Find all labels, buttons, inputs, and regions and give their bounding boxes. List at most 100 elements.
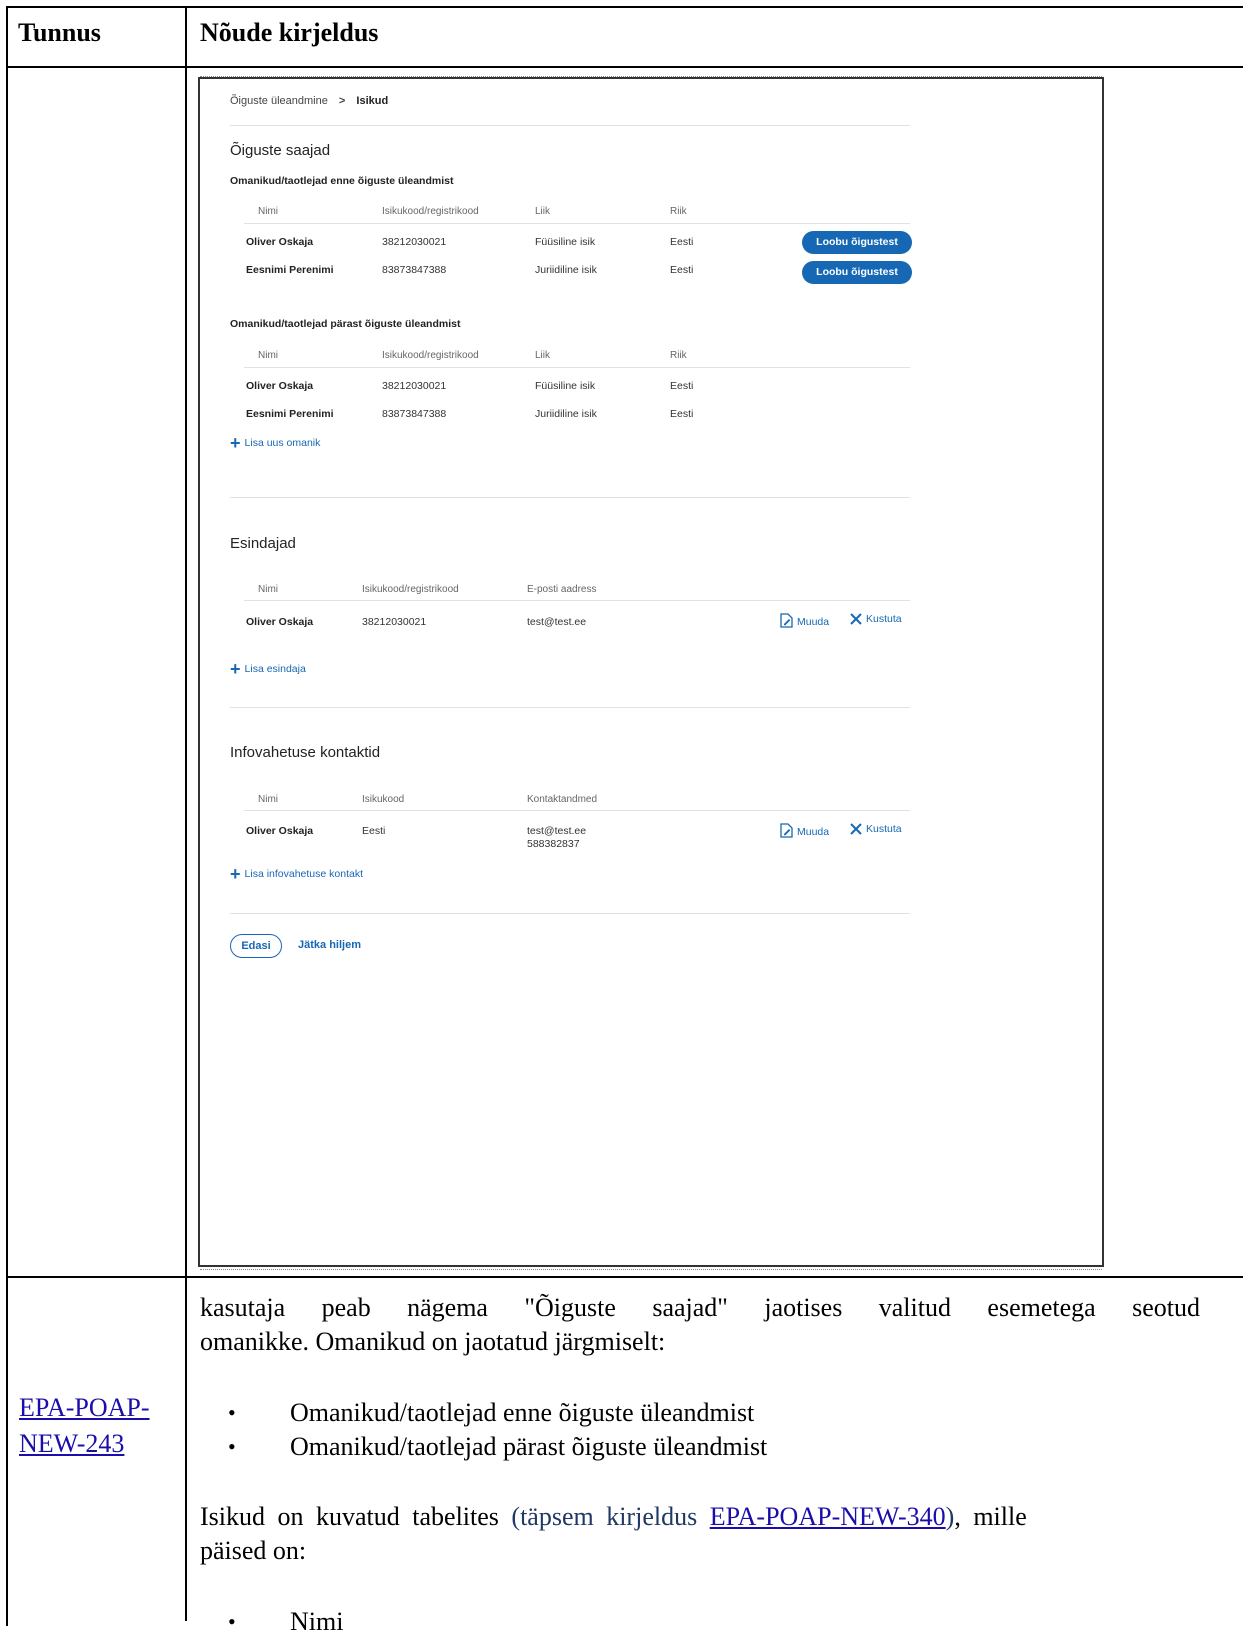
row-code: 38212030021 — [382, 380, 447, 392]
dotted-edge-top — [200, 76, 1102, 80]
add-contact-link[interactable]: + Lisa infovahetuse kontakt — [230, 864, 363, 885]
plus-icon: + — [230, 864, 241, 884]
column-header-name: Nimi — [258, 350, 278, 361]
row-type: Füüsiline isik — [535, 236, 596, 248]
delete-representative-button[interactable]: Kustuta — [850, 613, 902, 625]
row-type: Juriidiline isik — [535, 408, 597, 420]
row-email: test@test.ee — [527, 825, 587, 837]
requirement-id-link[interactable]: EPA-POAP- NEW-243 — [19, 1390, 150, 1462]
section-title-representatives: Esindajad — [230, 535, 296, 552]
dotted-edge-bottom — [200, 1269, 1102, 1270]
column-header-code: Isikukood — [362, 794, 405, 805]
section-title-contacts: Infovahetuse kontaktid — [230, 744, 381, 761]
header-tunnus: Tunnus — [18, 18, 101, 47]
add-owner-link[interactable]: + Lisa uus omanik — [230, 433, 320, 454]
row-country: Eesti — [670, 408, 694, 420]
subtitle-after: Omanikud/taotlejad pärast õiguste üleand… — [230, 318, 461, 330]
row-type: Juriidiline isik — [535, 264, 597, 276]
delete-contact-button[interactable]: Kustuta — [850, 823, 902, 835]
edit-contact-button[interactable]: Muuda — [780, 823, 829, 838]
row-name: Eesnimi Perenimi — [246, 408, 334, 420]
divider — [244, 600, 910, 601]
list-item-text: Omanikud/taotlejad pärast õiguste üleand… — [290, 1432, 768, 1461]
waive-rights-button[interactable]: Loobu õigustest — [802, 261, 912, 284]
list-item-text: Nimi — [290, 1607, 344, 1636]
next-button[interactable]: Edasi — [230, 934, 282, 958]
column-header-country: Riik — [670, 206, 687, 217]
description-p1-line2: omanikke. Omanikud on jaotatud järgmisel… — [200, 1327, 666, 1356]
p2-end: , mille — [954, 1502, 1027, 1531]
breadcrumb-parent[interactable]: Õiguste üleandmine — [230, 95, 328, 107]
row-country: Eesti — [670, 236, 694, 248]
subtitle-before: Omanikud/taotlejad enne õiguste üleandmi… — [230, 175, 454, 187]
add-owner-label: Lisa uus omanik — [244, 437, 321, 449]
description-p2-line1: Isikud on kuvatud tabelites (täpsem kirj… — [200, 1500, 1240, 1534]
row-type: Füüsiline isik — [535, 380, 596, 392]
continue-later-link[interactable]: Jätka hiljem — [298, 939, 361, 951]
delete-label: Kustuta — [866, 613, 902, 625]
row-code: 83873847388 — [382, 408, 447, 420]
delete-label: Kustuta — [866, 823, 902, 835]
divider — [230, 707, 910, 708]
plus-icon: + — [230, 433, 241, 453]
waive-rights-button[interactable]: Loobu õigustest — [802, 231, 912, 254]
row-country: Eesti — [670, 380, 694, 392]
breadcrumb: Õiguste üleandmine > Isikud — [230, 95, 388, 107]
add-representative-label: Lisa esindaja — [244, 663, 306, 675]
column-divider — [185, 6, 187, 1621]
add-representative-link[interactable]: + Lisa esindaja — [230, 659, 306, 680]
column-header-type: Liik — [535, 350, 551, 361]
row-divider — [6, 1276, 1243, 1278]
plus-icon: + — [230, 659, 241, 679]
divider — [244, 810, 910, 811]
column-header-email: E-posti aadress — [527, 584, 597, 595]
epa-poap-new-340-link[interactable]: EPA-POAP-NEW-340 — [710, 1502, 946, 1531]
breadcrumb-current: Isikud — [356, 95, 389, 107]
divider — [244, 223, 910, 224]
row-name: Eesnimi Perenimi — [246, 264, 334, 276]
description-p1-line1: kasutaja peab nägema "Õiguste saajad" ja… — [200, 1293, 1200, 1322]
requirement-id-line1: EPA-POAP- — [19, 1393, 150, 1422]
add-contact-label: Lisa infovahetuse kontakt — [244, 868, 364, 880]
list-item-text: Omanikud/taotlejad enne õiguste üleandmi… — [290, 1398, 755, 1427]
row-email: test@test.ee — [527, 616, 587, 628]
divider — [230, 913, 910, 914]
requirement-id-line2: NEW-243 — [19, 1429, 125, 1458]
section-title-rights: Õiguste saajad — [230, 142, 331, 159]
column-header-country: Riik — [670, 350, 687, 361]
close-icon — [850, 823, 862, 835]
column-header-contacts: Kontaktandmed — [527, 794, 598, 805]
column-header-name: Nimi — [258, 206, 278, 217]
p2-start: Isikud on kuvatud tabelites — [200, 1502, 499, 1531]
edit-document-icon — [780, 613, 793, 628]
breadcrumb-separator-icon: > — [338, 95, 346, 107]
row-phone: 588382837 — [527, 838, 580, 850]
table-header-row — [6, 6, 1243, 68]
row-country: Eesti — [670, 264, 694, 276]
column-header-code: Isikukood/registrikood — [382, 350, 479, 361]
description-p2-line2: päised on: — [200, 1536, 307, 1565]
column-header-type: Liik — [535, 206, 551, 217]
edit-document-icon — [780, 823, 793, 838]
row-code: 38212030021 — [382, 236, 447, 248]
row-code: 83873847388 — [382, 264, 447, 276]
row-code: 38212030021 — [362, 616, 427, 628]
row-name: Oliver Oskaja — [246, 616, 314, 628]
p2-paren-open: (täpsem kirjeldus — [511, 1502, 710, 1531]
edit-label: Muuda — [797, 616, 830, 628]
row-name: Oliver Oskaja — [246, 236, 314, 248]
row-code: Eesti — [362, 825, 386, 837]
row-name: Oliver Oskaja — [246, 380, 314, 392]
header-noude-kirjeldus: Nõude kirjeldus — [200, 18, 379, 47]
divider — [230, 125, 910, 126]
column-header-code: Isikukood/registrikood — [382, 206, 479, 217]
column-header-name: Nimi — [258, 584, 278, 595]
edit-representative-button[interactable]: Muuda — [780, 613, 829, 628]
row-name: Oliver Oskaja — [246, 825, 314, 837]
edit-label: Muuda — [797, 826, 830, 838]
divider — [244, 367, 910, 368]
embedded-screenshot: Õiguste üleandmine > Isikud Õiguste saaj… — [198, 76, 1104, 1270]
column-header-code: Isikukood/registrikood — [362, 584, 459, 595]
close-icon — [850, 613, 862, 625]
column-header-name: Nimi — [258, 794, 278, 805]
